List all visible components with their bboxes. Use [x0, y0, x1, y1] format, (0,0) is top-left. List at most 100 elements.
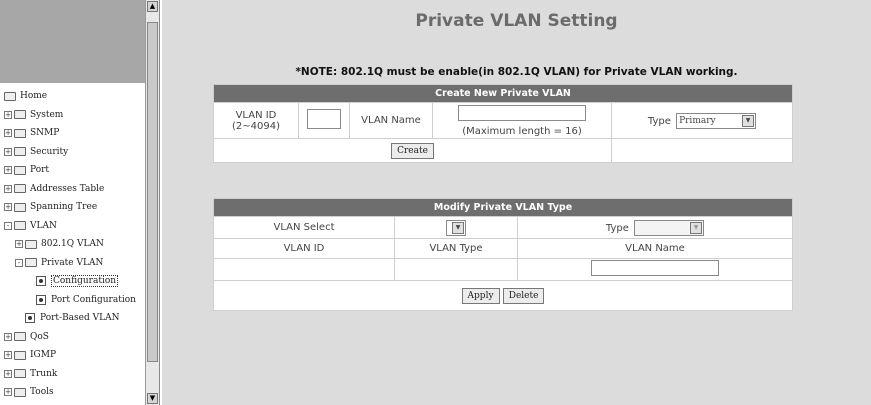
sidebar-item-tools[interactable]: + Tools — [0, 383, 145, 402]
type-select[interactable]: Primary ▼ — [676, 112, 757, 129]
sidebar-item-port[interactable]: + Port — [0, 161, 145, 180]
sidebar-item-label: QoS — [30, 331, 49, 342]
sidebar-banner — [0, 0, 145, 83]
sidebar-item-label: System — [30, 109, 64, 120]
sidebar-item-port-configuration[interactable]: Port Configuration — [0, 291, 145, 310]
delete-button[interactable]: Delete — [502, 287, 545, 304]
note-text: *NOTE: 802.1Q must be enable(in 802.1Q V… — [295, 66, 738, 78]
expand-icon[interactable]: + — [4, 110, 12, 119]
apply-button[interactable]: Apply — [461, 287, 500, 304]
collapse-icon[interactable]: - — [15, 258, 23, 267]
folder-open-icon — [4, 91, 16, 101]
vlan-id-range: (2~4094) — [232, 120, 280, 132]
folder-icon — [14, 128, 26, 138]
main-panel: Private VLAN Setting *NOTE: 802.1Q must … — [162, 0, 871, 405]
sidebar-item-label: Home — [20, 91, 48, 102]
modify-type-select[interactable]: ▼ — [634, 219, 705, 236]
modify-type-label: Type — [605, 222, 629, 234]
sidebar-item-qos[interactable]: + QoS — [0, 328, 145, 347]
folder-icon — [14, 350, 26, 360]
sidebar: Home + System + SNMP + Security + Port + Addresses… — [0, 0, 160, 405]
folder-icon — [14, 147, 26, 157]
modify-vlan-header: Modify Private VLAN Type — [213, 198, 793, 217]
expand-icon[interactable]: + — [4, 129, 12, 138]
page-icon — [25, 313, 35, 324]
sidebar-item-igmp[interactable]: + IGMP — [0, 346, 145, 365]
expand-icon[interactable]: + — [4, 332, 12, 341]
expand-icon[interactable]: + — [4, 369, 12, 378]
page-icon — [36, 276, 46, 287]
sidebar-item-addresses-table[interactable]: + Addresses Table — [0, 180, 145, 199]
collapse-icon[interactable]: - — [4, 221, 12, 230]
folder-icon — [14, 165, 26, 175]
scroll-up-button[interactable]: ▲ — [147, 1, 158, 12]
chevron-down-icon: ▼ — [690, 221, 703, 234]
expand-icon[interactable]: + — [4, 351, 12, 360]
col-vlan-name: VLAN Name — [517, 238, 793, 259]
expand-icon[interactable]: + — [4, 203, 12, 212]
sidebar-item-label: Private VLAN — [41, 257, 104, 268]
sidebar-item-home[interactable]: Home — [0, 87, 145, 106]
row-vlan-name-cell — [517, 258, 793, 281]
chevron-down-icon: ▼ — [742, 114, 755, 127]
modify-buttons-cell: Apply Delete — [213, 280, 793, 311]
vlan-select-cell: ▼ — [394, 216, 518, 239]
folder-icon — [14, 202, 26, 212]
folder-icon — [14, 332, 26, 342]
empty-cell — [611, 138, 793, 163]
folder-open-icon — [14, 221, 26, 231]
sidebar-item-snmp[interactable]: + SNMP — [0, 124, 145, 143]
folder-icon — [14, 110, 26, 120]
page-title: Private VLAN Setting — [415, 11, 618, 31]
expand-icon[interactable]: + — [15, 240, 23, 249]
create-button-cell: Create — [213, 138, 612, 163]
vlan-name-cell: (Maximum length = 16) — [432, 102, 612, 139]
create-button[interactable]: Create — [391, 142, 434, 159]
sidebar-item-security[interactable]: + Security — [0, 143, 145, 162]
vlan-id-input-cell — [298, 102, 350, 139]
sidebar-item-vlan[interactable]: - VLAN — [0, 217, 145, 236]
sidebar-item-private-vlan[interactable]: - Private VLAN — [0, 254, 145, 273]
sidebar-item-label: Addresses Table — [30, 183, 105, 194]
sidebar-item-label: Tools — [30, 387, 54, 398]
col-vlan-type: VLAN Type — [394, 238, 518, 259]
sidebar-item-trunk[interactable]: + Trunk — [0, 365, 145, 384]
sidebar-item-label: SNMP — [30, 128, 60, 139]
sidebar-item-port-based-vlan[interactable]: Port-Based VLAN — [0, 309, 145, 328]
sidebar-item-system[interactable]: + System — [0, 106, 145, 125]
row-vlan-id — [213, 258, 395, 281]
scroll-thumb[interactable] — [147, 22, 158, 362]
expand-icon[interactable]: + — [4, 166, 12, 175]
nav-tree: Home + System + SNMP + Security + Port + Addresses… — [0, 87, 145, 402]
sidebar-item-configuration[interactable]: Configuration — [0, 272, 145, 291]
folder-icon — [14, 184, 26, 194]
row-vlan-type — [394, 258, 518, 281]
modify-type-cell: Type ▼ — [517, 216, 793, 239]
sidebar-item-label: 802.1Q VLAN — [41, 239, 104, 250]
sidebar-item-label: Port-Based VLAN — [40, 313, 120, 324]
vlan-id-label: VLAN ID — [235, 109, 277, 121]
scroll-down-button[interactable]: ▼ — [147, 393, 158, 404]
vlan-select[interactable]: ▼ — [446, 219, 466, 236]
vlan-name-input[interactable] — [458, 104, 586, 121]
folder-open-icon — [25, 258, 37, 268]
sidebar-scrollbar[interactable]: ▲ ▼ — [145, 0, 159, 405]
max-length-hint: (Maximum length = 16) — [462, 125, 582, 137]
sidebar-item-label: Port — [30, 165, 50, 176]
expand-icon[interactable]: + — [4, 184, 12, 193]
chevron-down-icon: ▼ — [452, 221, 464, 234]
vlan-name-label: VLAN Name — [349, 102, 433, 139]
expand-icon[interactable]: + — [4, 147, 12, 156]
sidebar-item-802-1q-vlan[interactable]: +802.1Q VLAN — [0, 235, 145, 254]
modify-vlan-name-input[interactable] — [591, 260, 719, 276]
create-vlan-table: Create New Private VLAN VLAN ID (2~4094)… — [213, 84, 793, 163]
vlan-id-input[interactable] — [307, 109, 341, 129]
page-icon — [36, 294, 46, 305]
type-label: Type — [647, 115, 671, 127]
folder-icon — [14, 369, 26, 379]
type-cell: Type Primary ▼ — [611, 102, 793, 139]
sidebar-item-label: Port Configuration — [51, 294, 136, 305]
expand-icon[interactable]: + — [4, 388, 12, 397]
vlan-select-label: VLAN Select — [213, 216, 395, 239]
sidebar-item-spanning-tree[interactable]: + Spanning Tree — [0, 198, 145, 217]
